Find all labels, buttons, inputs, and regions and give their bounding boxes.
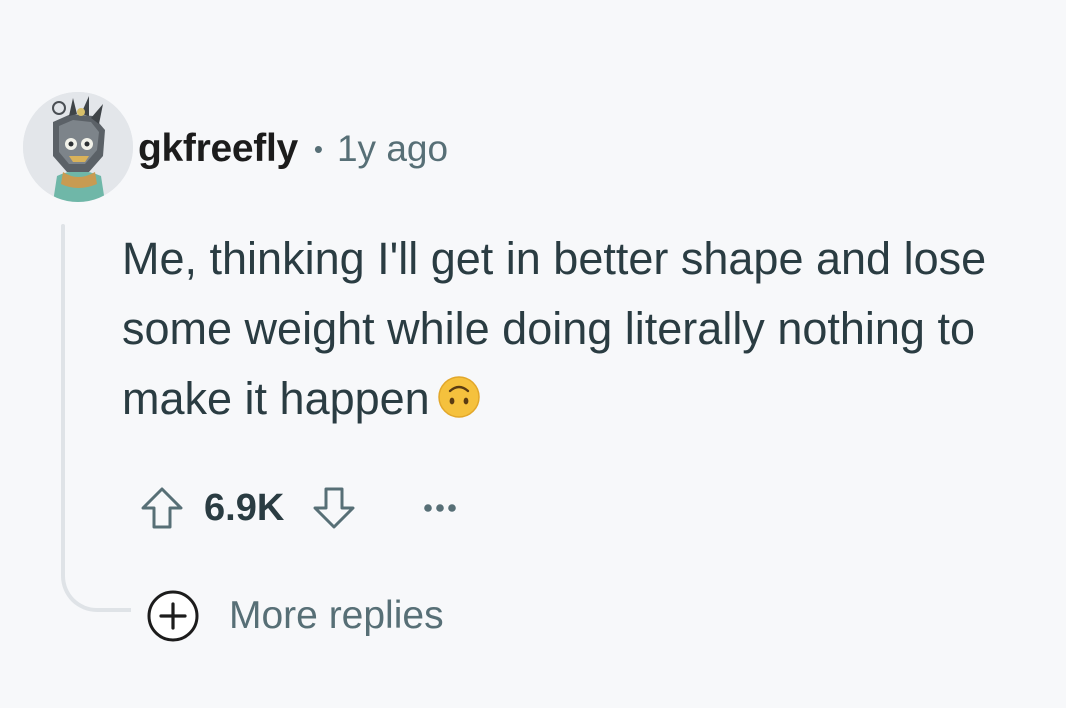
- avatar[interactable]: [23, 92, 133, 202]
- upvote-button[interactable]: [130, 478, 194, 538]
- avatar-image: [23, 92, 133, 202]
- more-replies-button[interactable]: More replies: [145, 587, 444, 645]
- comment-timestamp[interactable]: 1y ago: [337, 128, 448, 170]
- upside-down-face-emoji-icon: [437, 376, 480, 418]
- more-replies-label: More replies: [229, 594, 444, 637]
- comment-container: gkfreefly • 1y ago Me, thinking I'll get…: [0, 0, 1066, 708]
- meta-separator: •: [313, 133, 323, 164]
- arrow-down-outline-icon: [313, 487, 355, 529]
- author-username[interactable]: gkfreefly: [138, 127, 298, 171]
- thread-connector: [61, 560, 131, 612]
- comment-actions: 6.9K: [130, 478, 470, 538]
- comment-header: gkfreefly • 1y ago: [138, 124, 448, 174]
- thread-line[interactable]: [61, 224, 65, 574]
- ellipsis-icon: [424, 504, 457, 512]
- plus-circle-icon: [145, 588, 201, 644]
- downvote-button[interactable]: [302, 478, 366, 538]
- more-options-button[interactable]: [410, 478, 470, 538]
- vote-score: 6.9K: [204, 486, 285, 529]
- arrow-up-outline-icon: [141, 487, 183, 529]
- comment-body-text: Me, thinking I'll get in better shape an…: [122, 233, 987, 424]
- comment-body: Me, thinking I'll get in better shape an…: [122, 224, 1042, 434]
